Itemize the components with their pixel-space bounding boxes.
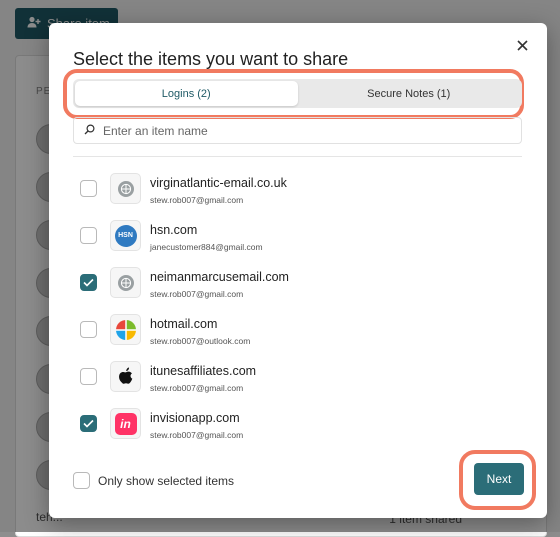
item-email: stew.rob007@outlook.com (150, 336, 251, 346)
item-checkbox[interactable] (80, 180, 97, 197)
share-items-modal: Select the items you want to share Login… (49, 23, 547, 518)
hsn-logo-icon: HSN (110, 220, 141, 251)
invision-logo-text: in (114, 412, 137, 435)
item-email: janecustomer884@gmail.com (150, 242, 263, 252)
list-item[interactable]: itunesaffiliates.com stew.rob007@gmail.c… (49, 355, 547, 402)
modal-title: Select the items you want to share (73, 49, 349, 69)
microsoft-logo-icon (110, 314, 141, 345)
close-icon (516, 38, 528, 56)
item-name: hotmail.com (150, 317, 218, 331)
tab-secure-notes[interactable]: Secure Notes (1) (298, 81, 521, 106)
globe-icon (110, 173, 141, 204)
checkmark-icon (83, 274, 94, 292)
item-email: stew.rob007@gmail.com (150, 383, 244, 393)
search-icon (84, 122, 95, 140)
list-item[interactable]: neimanmarcusemail.com stew.rob007@gmail.… (49, 261, 547, 308)
list-item[interactable]: HSN hsn.com janecustomer884@gmail.com (49, 214, 547, 261)
checkmark-icon (83, 415, 94, 433)
item-name: hsn.com (150, 223, 198, 237)
list-item[interactable]: hotmail.com stew.rob007@outlook.com (49, 308, 547, 355)
next-button[interactable]: Next (474, 463, 524, 495)
item-type-tabs: Logins (2) Secure Notes (1) (73, 79, 522, 108)
close-button[interactable] (511, 36, 533, 58)
hsn-logo-text: HSN (114, 224, 137, 247)
divider (73, 156, 522, 157)
item-name: itunesaffiliates.com (150, 364, 257, 378)
search-input[interactable] (103, 123, 503, 138)
item-name: virginatlantic-email.co.uk (150, 176, 287, 190)
tab-logins[interactable]: Logins (2) (75, 81, 298, 106)
item-name: neimanmarcusemail.com (150, 270, 289, 284)
globe-icon (110, 267, 141, 298)
only-selected-toggle[interactable]: Only show selected items (73, 472, 234, 489)
list-item[interactable]: in invisionapp.com stew.rob007@gmail.com (49, 402, 547, 449)
item-checkbox[interactable] (80, 274, 97, 291)
invision-logo-icon: in (110, 408, 141, 439)
item-email: stew.rob007@gmail.com (150, 195, 244, 205)
item-checkbox[interactable] (80, 321, 97, 338)
only-selected-label: Only show selected items (98, 473, 235, 488)
search-field[interactable] (73, 117, 522, 144)
item-checkbox[interactable] (80, 227, 97, 244)
item-email: stew.rob007@gmail.com (150, 289, 244, 299)
item-name: invisionapp.com (150, 411, 240, 425)
item-email: stew.rob007@gmail.com (150, 430, 244, 440)
list-item[interactable]: virginatlantic-email.co.uk stew.rob007@g… (49, 167, 547, 214)
item-checkbox[interactable] (80, 415, 97, 432)
apple-logo-icon (110, 361, 141, 392)
item-checkbox[interactable] (80, 368, 97, 385)
only-selected-checkbox[interactable] (73, 472, 90, 489)
